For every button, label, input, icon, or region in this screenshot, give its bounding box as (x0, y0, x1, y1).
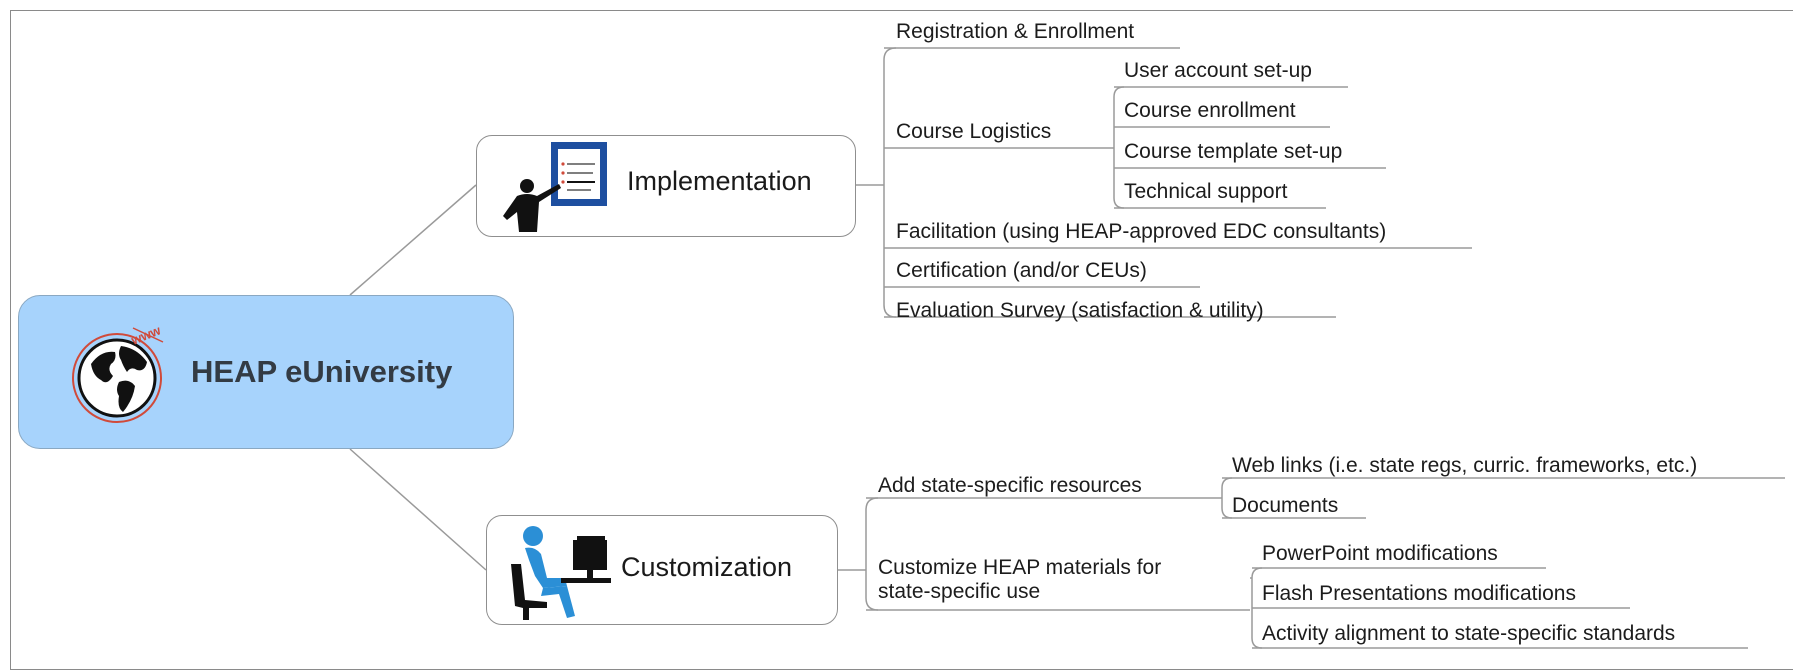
topic-user-account-setup[interactable]: User account set-up (1124, 59, 1312, 83)
branch-node-customization[interactable]: Customization (486, 515, 838, 625)
connector-implementation-trunk (856, 47, 897, 318)
topic-documents[interactable]: Documents (1232, 494, 1338, 518)
topic-evaluation-survey[interactable]: Evaluation Survey (satisfaction & utilit… (896, 299, 1264, 323)
topic-registration-enrollment[interactable]: Registration & Enrollment (896, 20, 1134, 44)
branch-node-implementation[interactable]: Implementation (476, 135, 856, 237)
topic-facilitation[interactable]: Facilitation (using HEAP-approved EDC co… (896, 220, 1386, 244)
topic-course-enrollment[interactable]: Course enrollment (1124, 99, 1296, 123)
topic-technical-support[interactable]: Technical support (1124, 180, 1287, 204)
topic-customize-materials-line1: Customize HEAP materials for (878, 556, 1162, 579)
topic-customize-materials[interactable]: Customize HEAP materials for state-speci… (878, 556, 1161, 604)
topic-add-state-resources[interactable]: Add state-specific resources (878, 474, 1142, 498)
connector-logistics-trunk (1110, 86, 1125, 209)
connector-root-customization (349, 448, 487, 571)
globe-www-icon: www (72, 322, 164, 423)
branch-label-implementation: Implementation (627, 166, 812, 196)
connector-resources-trunk (1218, 477, 1233, 519)
topic-certification[interactable]: Certification (and/or CEUs) (896, 259, 1147, 283)
topic-web-links[interactable]: Web links (i.e. state regs, curric. fram… (1232, 454, 1697, 478)
topic-customize-materials-line2: state-specific use (878, 580, 1041, 603)
computer-user-icon (511, 526, 611, 620)
root-title: HEAP eUniversity (191, 354, 453, 389)
mind-map-canvas: www HEAP eUniversity Implementation Cust… (0, 0, 1793, 670)
topic-powerpoint-mods[interactable]: PowerPoint modifications (1262, 542, 1498, 566)
topic-course-logistics[interactable]: Course Logistics (896, 120, 1051, 144)
topic-activity-alignment[interactable]: Activity alignment to state-specific sta… (1262, 622, 1675, 646)
topic-course-template-setup[interactable]: Course template set-up (1124, 140, 1342, 164)
root-node[interactable]: www HEAP eUniversity (18, 295, 514, 449)
connector-customization-trunk (838, 497, 879, 611)
connector-root-implementation (349, 184, 477, 296)
presenter-icon (503, 142, 607, 232)
topic-flash-mods[interactable]: Flash Presentations modifications (1262, 582, 1576, 606)
branch-label-customization: Customization (621, 552, 793, 582)
